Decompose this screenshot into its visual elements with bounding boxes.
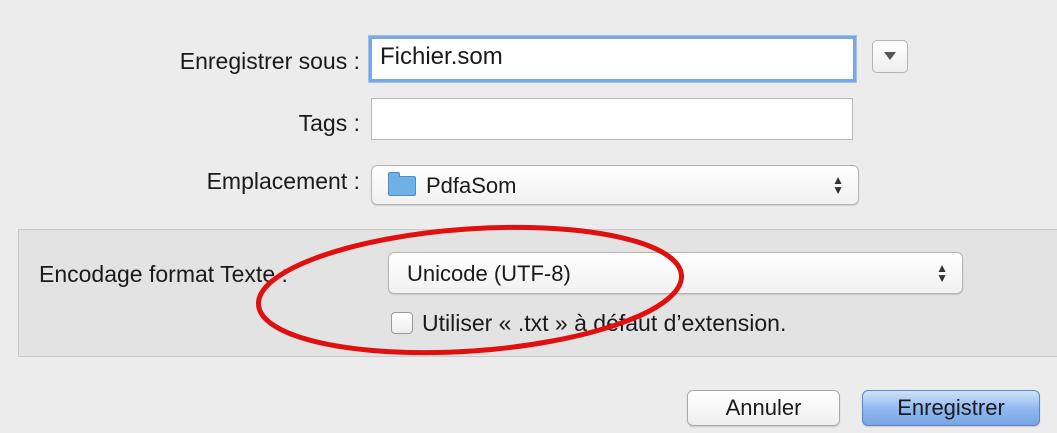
options-panel: Encodage format Texte : Unicode (UTF-8) … <box>18 229 1057 357</box>
filename-input[interactable]: Fichier.som <box>369 36 856 82</box>
encoding-value: Unicode (UTF-8) <box>407 261 571 286</box>
filename-value: Fichier.som <box>380 43 503 70</box>
location-popup[interactable]: PdfaSom ▲ ▼ <box>371 165 859 205</box>
save-button[interactable]: Enregistrer <box>862 390 1040 426</box>
up-down-arrows-icon: ▲ ▼ <box>936 261 948 285</box>
folder-icon <box>388 172 416 196</box>
chevron-down-icon <box>884 52 896 60</box>
cancel-button[interactable]: Annuler <box>687 390 840 426</box>
txt-extension-checkbox[interactable] <box>391 312 413 334</box>
encoding-label: Encodage format Texte : <box>39 261 288 287</box>
save-as-label: Enregistrer sous : <box>179 48 360 74</box>
location-value: PdfaSom <box>426 173 517 198</box>
tags-input[interactable] <box>371 98 853 140</box>
expand-dialog-button[interactable] <box>872 40 908 73</box>
location-label: Emplacement : <box>206 168 360 194</box>
up-down-arrows-icon: ▲ ▼ <box>832 173 844 197</box>
txt-extension-label[interactable]: Utiliser « .txt » à défaut d’extension. <box>422 310 786 337</box>
tags-label: Tags : <box>298 110 360 136</box>
encoding-popup[interactable]: Unicode (UTF-8) ▲ ▼ <box>388 252 963 294</box>
